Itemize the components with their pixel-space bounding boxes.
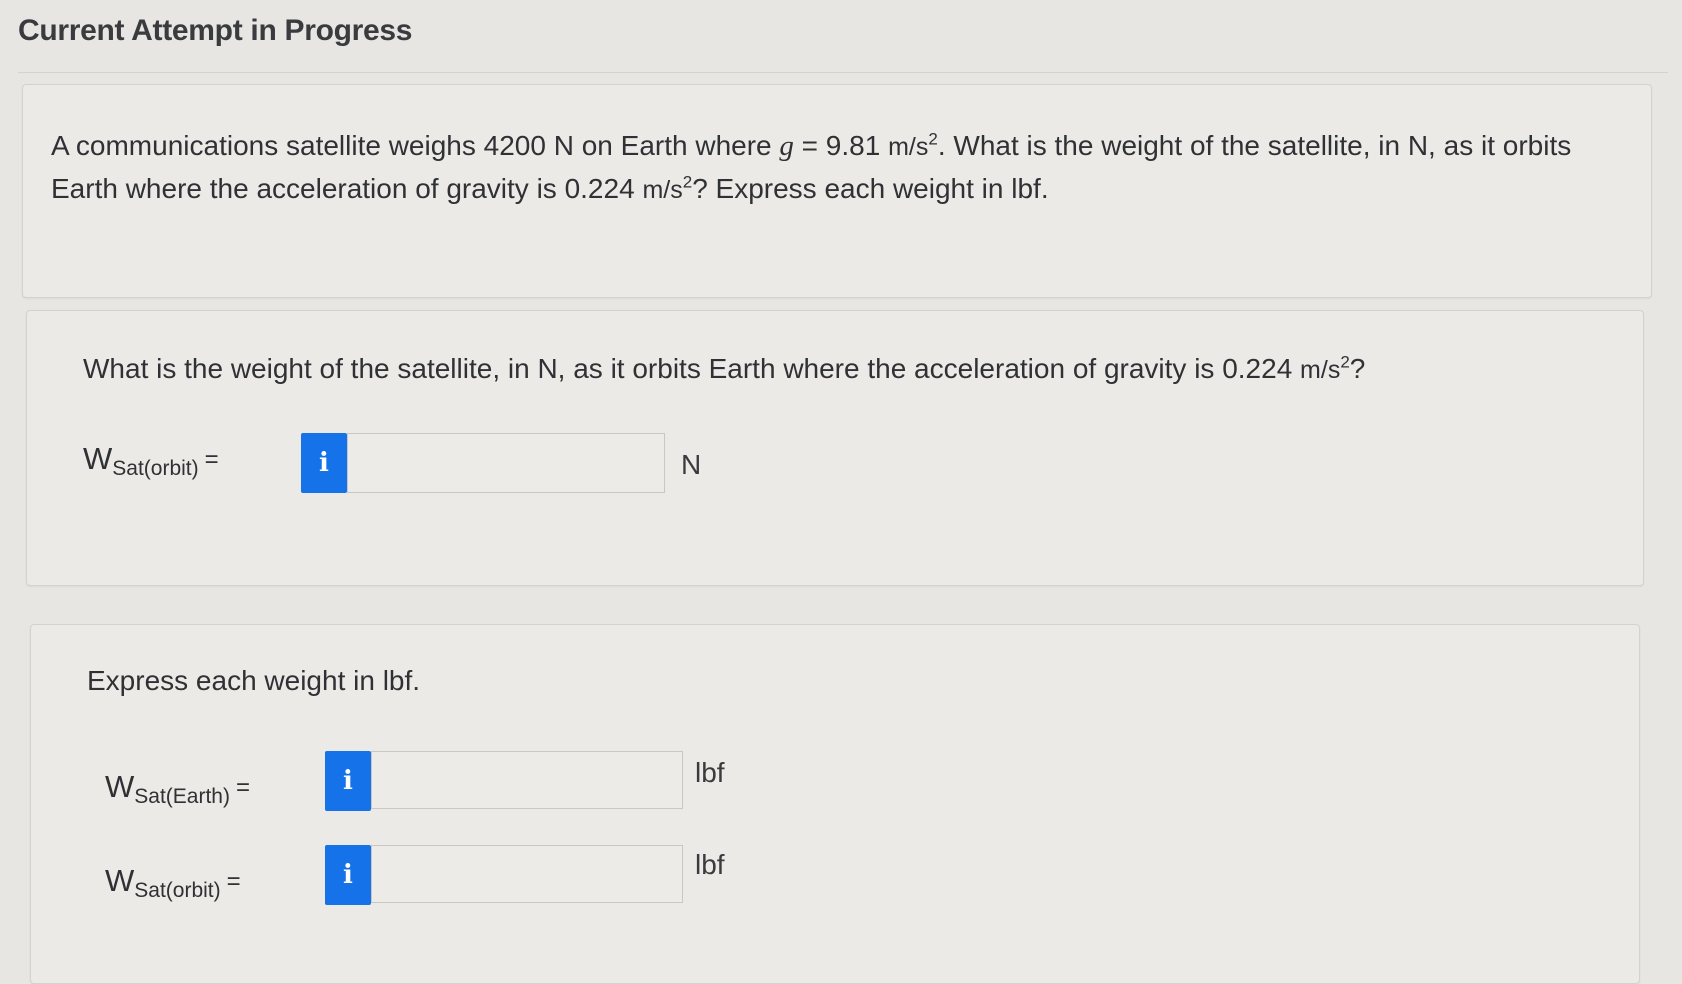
answer-input-sat-orbit-n[interactable] — [347, 433, 665, 493]
problem-text-4: ? Express each weight in lbf. — [692, 173, 1049, 204]
page-header: Current Attempt in Progress — [18, 14, 1668, 73]
variable-label: WSat(orbit) = — [83, 441, 219, 480]
problem-statement: A communications satellite weighs 4200 N… — [51, 125, 1621, 211]
part1-question-unit: m/s — [1300, 356, 1341, 384]
variable-symbol: W — [105, 863, 135, 898]
unit-exponent: 2 — [928, 129, 938, 149]
unit-orbit-gravity: m/s — [642, 176, 683, 204]
gravity-symbol: g — [779, 130, 794, 162]
answer-row-sat-orbit-n: WSat(orbit) = i N — [83, 433, 701, 495]
part1-card: What is the weight of the satellite, in … — [26, 310, 1644, 586]
answer-input-sat-earth-lbf[interactable] — [371, 751, 683, 809]
answer-row-sat-earth-lbf: WSat(Earth) = i lbf — [105, 751, 725, 813]
part1-question-text: What is the weight of the satellite, in … — [83, 353, 1301, 384]
variable-subscript: Sat(orbit) — [134, 879, 221, 902]
info-icon[interactable]: i — [325, 845, 371, 905]
page-title: Current Attempt in Progress — [18, 14, 413, 47]
variable-subscript: Sat(Earth) — [134, 785, 230, 808]
part1-question-exponent: 2 — [1340, 352, 1350, 372]
variable-label: WSat(Earth) = — [105, 769, 250, 808]
part1-question: What is the weight of the satellite, in … — [83, 349, 1583, 390]
part1-question-end: ? — [1349, 353, 1366, 384]
variable-label: WSat(orbit) = — [105, 863, 241, 902]
info-icon[interactable]: i — [325, 751, 371, 811]
unit-label: N — [681, 449, 702, 480]
equals-sign: = — [226, 868, 241, 895]
unit-label: lbf — [695, 757, 725, 788]
equals-sign: = — [235, 774, 250, 801]
variable-subscript: Sat(orbit) — [112, 457, 199, 480]
part2-question: Express each weight in lbf. — [87, 665, 421, 696]
problem-text-1: A communications satellite weighs 4200 N… — [51, 130, 780, 161]
problem-text-2: = 9.81 — [793, 130, 889, 161]
unit-exponent: 2 — [682, 172, 693, 192]
problem-statement-card: A communications satellite weighs 4200 N… — [22, 84, 1652, 298]
variable-symbol: W — [83, 441, 113, 476]
answer-input-sat-orbit-lbf[interactable] — [371, 845, 683, 903]
part2-card: Express each weight in lbf. WSat(Earth) =… — [30, 624, 1640, 984]
unit-label: lbf — [695, 849, 725, 880]
variable-symbol: W — [105, 769, 135, 804]
answer-row-sat-orbit-lbf: WSat(orbit) = i lbf — [105, 845, 725, 907]
info-icon[interactable]: i — [301, 433, 347, 493]
unit-earth-gravity: m/s — [888, 133, 929, 161]
equals-sign: = — [204, 446, 219, 473]
